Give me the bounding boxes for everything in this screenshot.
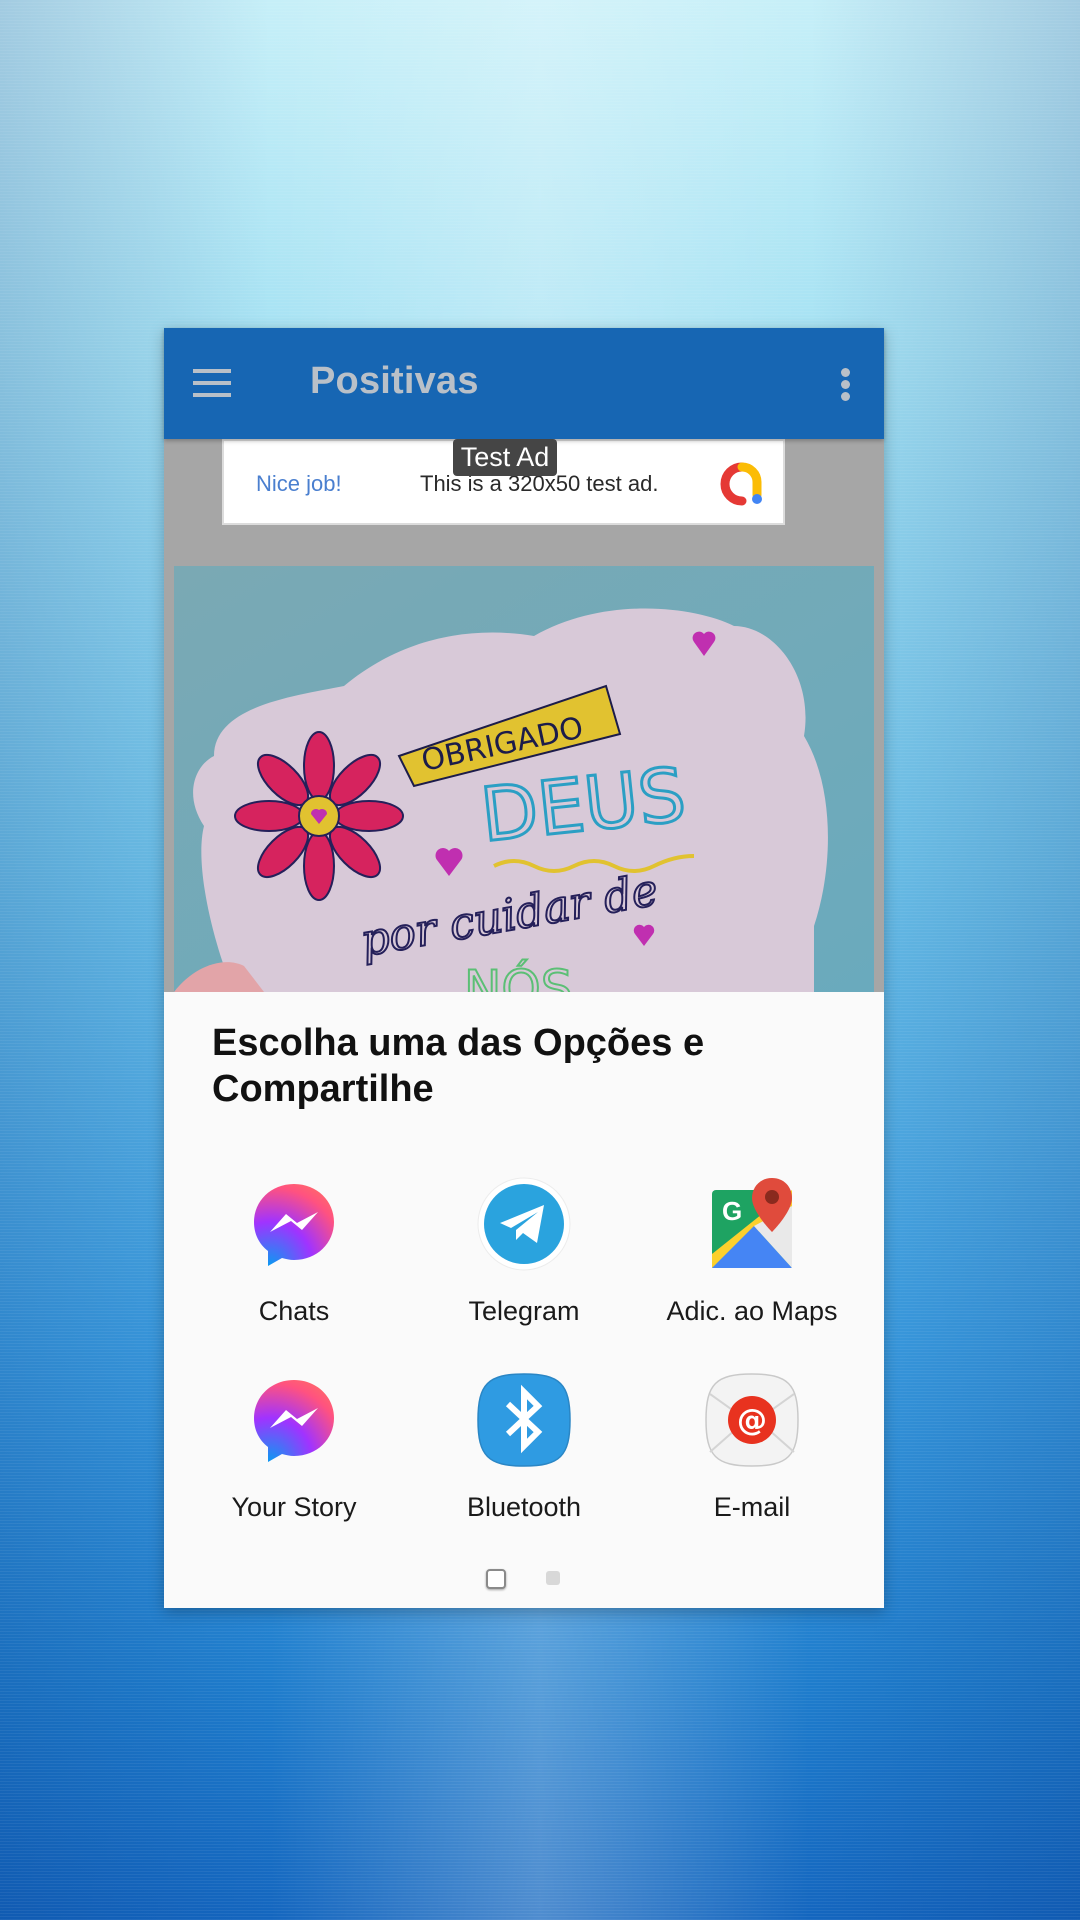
share-target-label: E-mail bbox=[713, 1492, 791, 1522]
more-vertical-icon[interactable] bbox=[838, 368, 854, 404]
share-target-label: Bluetooth bbox=[466, 1492, 582, 1522]
share-target-label: Adic. ao Maps bbox=[666, 1296, 838, 1326]
share-target-maps[interactable]: G Adic. ao Maps bbox=[642, 1176, 862, 1366]
svg-text:G: G bbox=[722, 1196, 742, 1226]
flower-drawing bbox=[234, 731, 404, 901]
admob-logo-icon bbox=[720, 462, 762, 506]
share-target-label: Chats bbox=[258, 1296, 330, 1326]
share-sheet: Escolha uma das Opções e Compartilhe Cha… bbox=[164, 992, 884, 1608]
share-target-your-story[interactable]: Your Story bbox=[184, 1372, 404, 1562]
share-target-chats[interactable]: Chats bbox=[184, 1176, 404, 1366]
messenger-icon bbox=[254, 1184, 334, 1266]
messenger-icon bbox=[254, 1380, 334, 1462]
share-target-telegram[interactable]: Telegram bbox=[414, 1176, 634, 1366]
telegram-icon bbox=[477, 1177, 571, 1271]
ad-headline: Nice job! bbox=[256, 471, 342, 496]
google-maps-icon: G bbox=[712, 1178, 792, 1268]
content-image: OBRIGADO DEUS por cuidar de NÓS bbox=[174, 566, 874, 992]
test-ad-badge: Test Ad bbox=[453, 439, 557, 476]
share-target-email[interactable]: @ E-mail bbox=[642, 1372, 862, 1562]
email-icon: @ bbox=[705, 1373, 799, 1467]
app-window: Positivas Nice job! This is a 320x50 tes… bbox=[164, 328, 884, 1608]
share-sheet-title: Escolha uma das Opções e Compartilhe bbox=[212, 1022, 705, 1110]
app-title: Positivas bbox=[310, 360, 479, 402]
share-target-bluetooth[interactable]: Bluetooth bbox=[414, 1372, 634, 1562]
app-bar: Positivas bbox=[164, 328, 884, 439]
hamburger-menu-icon[interactable] bbox=[193, 368, 231, 398]
share-target-label: Your Story bbox=[231, 1492, 357, 1522]
bluetooth-icon bbox=[477, 1373, 571, 1467]
share-target-label: Telegram bbox=[468, 1296, 580, 1326]
page-indicator-dot-active[interactable] bbox=[486, 1569, 506, 1589]
page-indicator-dot[interactable] bbox=[546, 1571, 560, 1585]
svg-text:@: @ bbox=[737, 1403, 767, 1438]
image-text-nos: NÓS bbox=[464, 959, 573, 992]
